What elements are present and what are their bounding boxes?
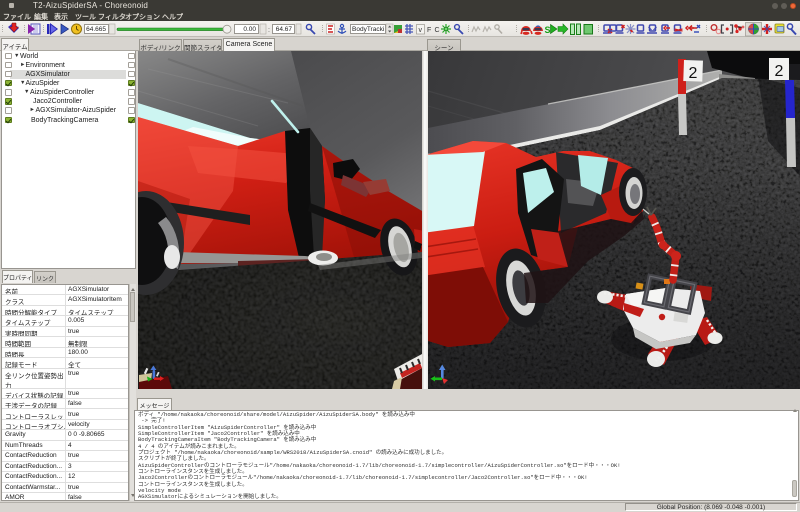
svg-text:2: 2	[775, 63, 784, 80]
svg-text:S: S	[545, 25, 551, 35]
svg-text:v: v	[419, 27, 423, 34]
svg-text:F: F	[427, 27, 431, 34]
svg-text:C: C	[435, 27, 440, 34]
svg-text:2: 2	[689, 65, 698, 82]
svg-text::: :	[268, 27, 270, 34]
